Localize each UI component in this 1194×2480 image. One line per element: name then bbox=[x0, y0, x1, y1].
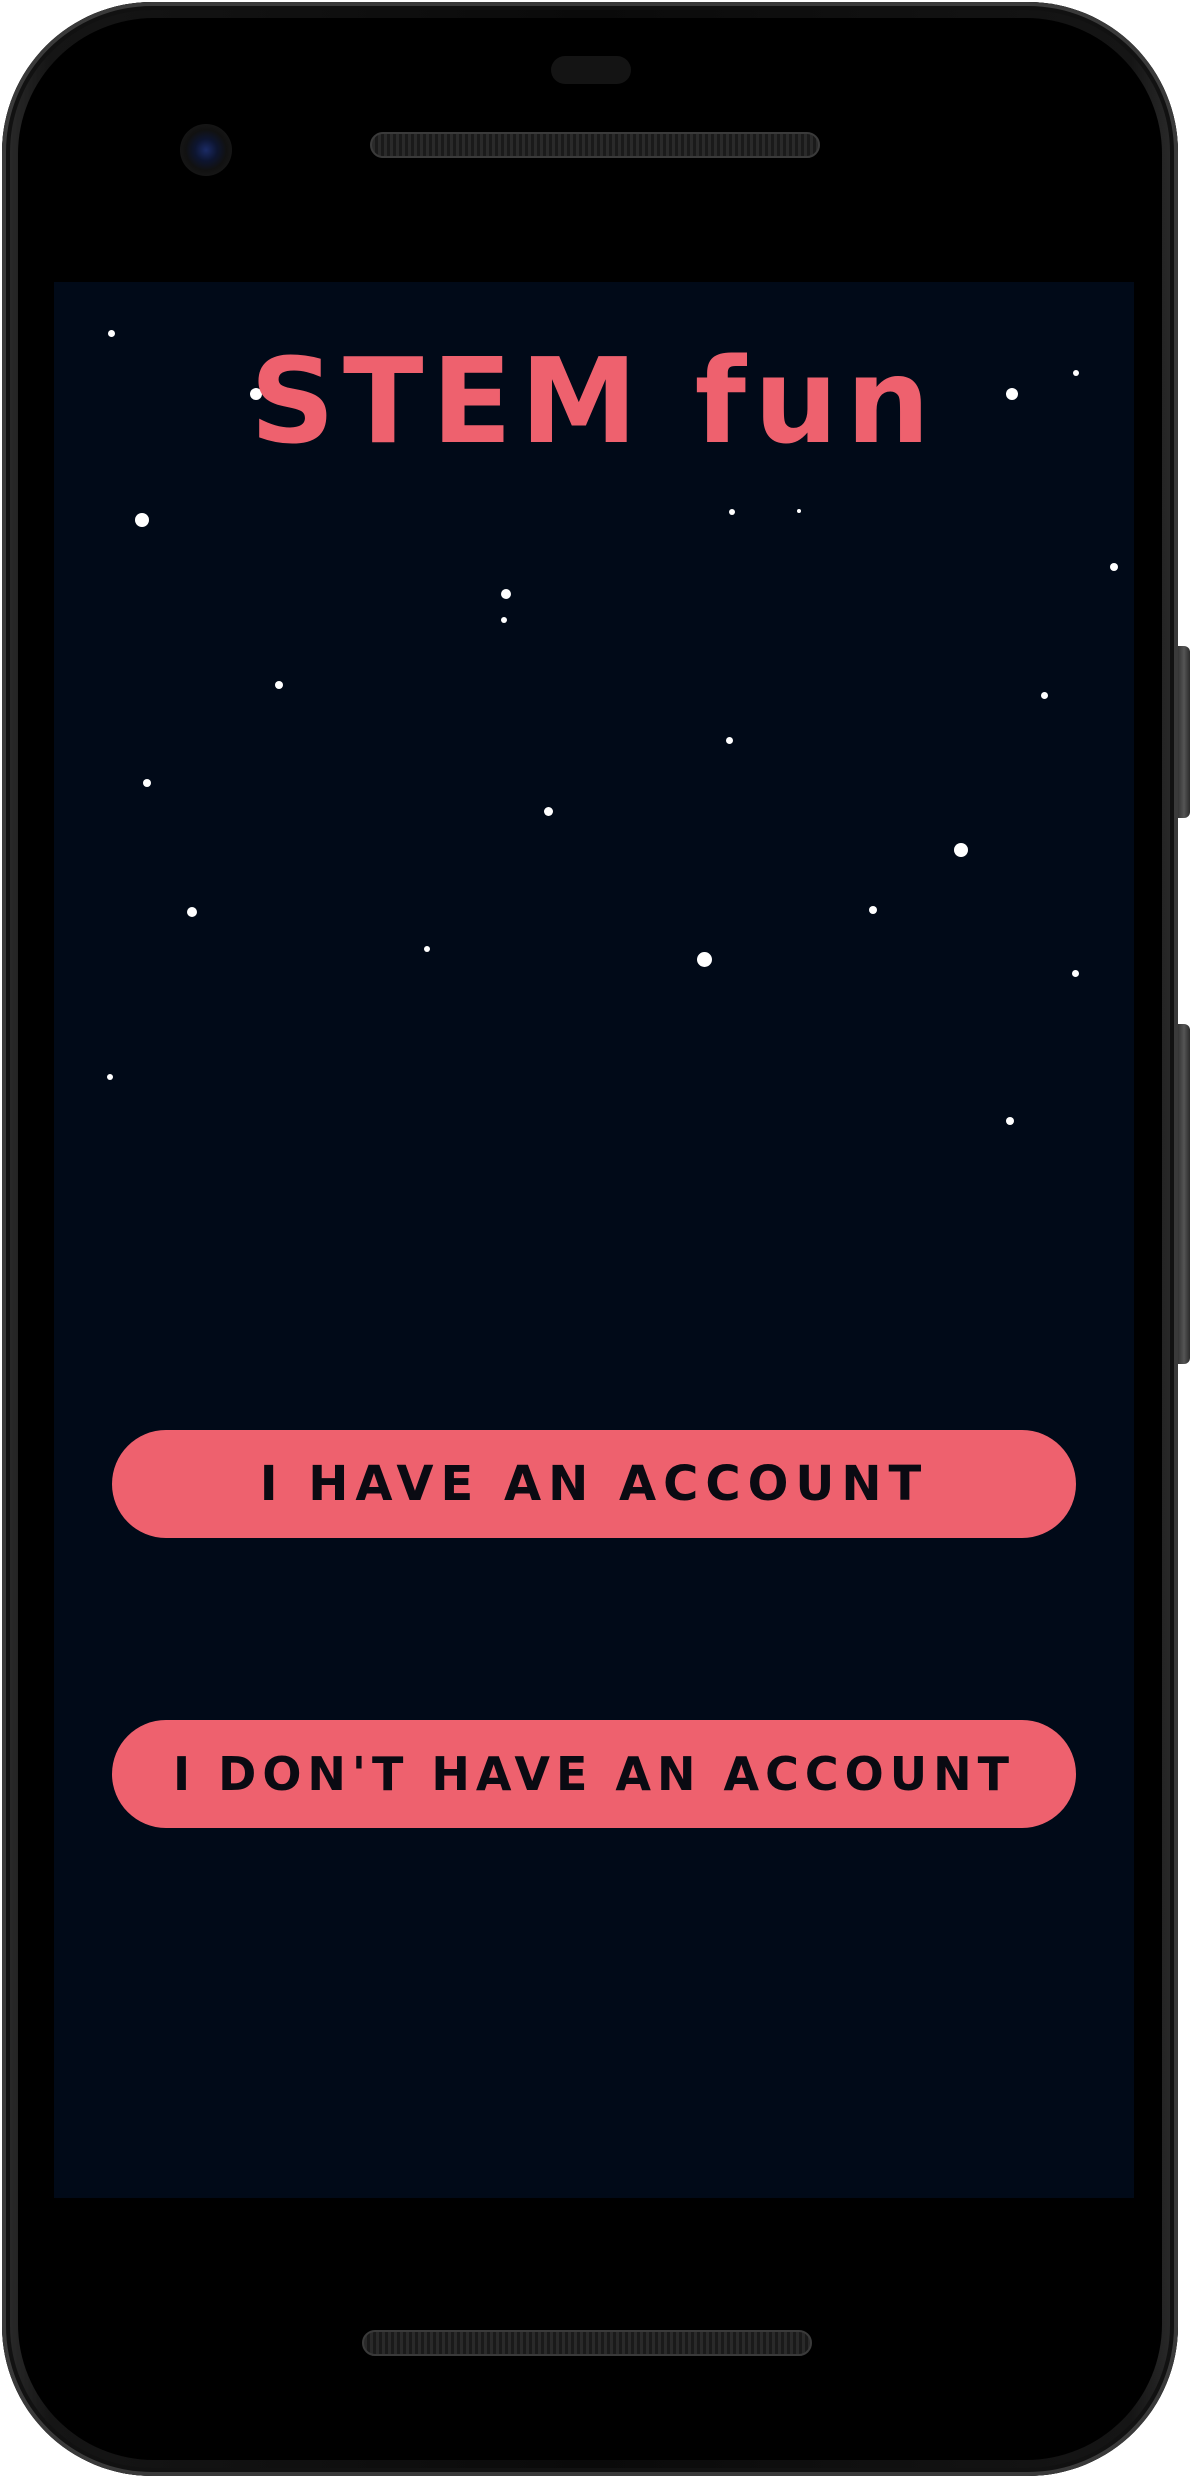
power-button bbox=[1178, 646, 1190, 818]
earpiece-speaker bbox=[370, 132, 820, 158]
star-icon bbox=[501, 589, 511, 599]
app-title: STEM fun bbox=[250, 332, 938, 470]
front-camera-icon bbox=[180, 124, 232, 176]
volume-button bbox=[1178, 1024, 1190, 1364]
star-icon bbox=[143, 779, 151, 787]
star-icon bbox=[275, 681, 283, 689]
star-icon bbox=[107, 329, 115, 337]
proximity-sensor bbox=[551, 56, 631, 84]
have-account-button[interactable]: I HAVE AN ACCOUNT bbox=[112, 1430, 1076, 1538]
star-icon bbox=[696, 951, 712, 967]
star-icon bbox=[725, 736, 733, 744]
star-icon bbox=[1110, 563, 1118, 571]
star-icon bbox=[135, 513, 149, 527]
star-icon bbox=[1006, 1117, 1014, 1125]
phone-frame: STEM fun I HAVE AN ACCOUNT I DON'T HAVE … bbox=[2, 2, 1190, 2476]
star-icon bbox=[501, 617, 507, 623]
star-icon bbox=[797, 509, 801, 513]
star-icon bbox=[954, 843, 968, 857]
star-icon bbox=[107, 1074, 113, 1080]
star-icon bbox=[729, 509, 735, 515]
no-account-button[interactable]: I DON'T HAVE AN ACCOUNT bbox=[112, 1720, 1076, 1828]
bottom-speaker bbox=[362, 2330, 812, 2356]
star-icon bbox=[424, 946, 430, 952]
star-icon bbox=[1040, 691, 1048, 699]
star-icon bbox=[869, 906, 877, 914]
star-icon bbox=[187, 907, 197, 917]
star-icon bbox=[1071, 969, 1079, 977]
app-screen: STEM fun I HAVE AN ACCOUNT I DON'T HAVE … bbox=[54, 282, 1134, 2198]
star-icon bbox=[543, 806, 553, 816]
